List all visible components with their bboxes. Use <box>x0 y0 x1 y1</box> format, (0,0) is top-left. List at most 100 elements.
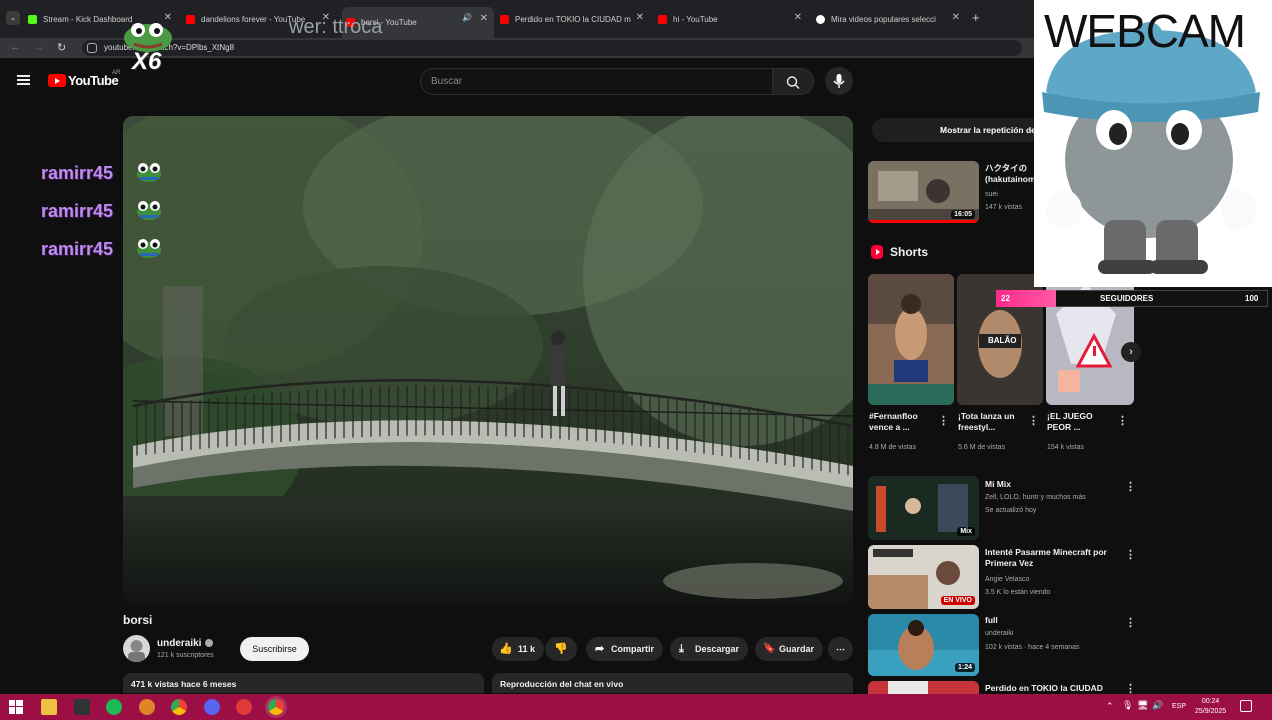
views-date: 471 k vistas hace 6 meses <box>131 679 237 689</box>
region-code: AR <box>112 70 121 76</box>
subscribe-button[interactable]: Suscribirse <box>240 637 309 661</box>
close-tab-icon[interactable]: ✕ <box>480 13 488 24</box>
reload-icon[interactable]: ↻ <box>57 41 66 54</box>
hamburger-menu-icon[interactable] <box>17 75 30 85</box>
channel-name[interactable]: underaiki <box>157 638 201 649</box>
youtube-logo-icon[interactable] <box>48 74 66 87</box>
more-vertical-icon[interactable]: ⋮ <box>1125 616 1136 629</box>
short-title[interactable]: ¡EL JUEGO PEOR ... <box>1047 411 1113 433</box>
chrome-icon[interactable] <box>171 699 187 715</box>
chip-label: Mostrar la repetición del chat <box>940 125 1042 135</box>
mix-badge: Mix <box>957 527 975 536</box>
short-title[interactable]: ¡Tota lanza un freestyl... <box>958 411 1024 433</box>
close-tab-icon[interactable]: ✕ <box>952 12 960 23</box>
followers-goal-value: 100 <box>1245 294 1259 303</box>
chat-username: ramirr45 <box>41 163 114 183</box>
short-thumbnail[interactable] <box>868 274 954 405</box>
video-line1: underaiki <box>985 630 1014 637</box>
browser-tab[interactable]: Mira videos populares selecci ✕ <box>816 9 966 29</box>
app-red-icon[interactable] <box>236 699 252 715</box>
discord-icon[interactable] <box>204 699 220 715</box>
video-title[interactable]: full <box>985 615 998 626</box>
close-tab-icon[interactable]: ✕ <box>636 12 644 23</box>
search-button[interactable] <box>773 68 814 95</box>
thumbnail-image <box>868 681 979 694</box>
notifications-icon[interactable] <box>1240 700 1252 712</box>
file-explorer-icon[interactable] <box>41 699 57 715</box>
microphone-icon <box>833 74 845 88</box>
windows-taskbar <box>0 694 1272 720</box>
shorts-next-arrow-icon[interactable]: › <box>1121 342 1141 362</box>
save-label: Guardar <box>779 644 815 654</box>
tray-clock[interactable]: 00:24 25/9/2025 <box>1195 697 1226 717</box>
video-thumbnail[interactable]: 16:05 <box>868 161 979 223</box>
chrome-active-icon[interactable] <box>268 699 284 715</box>
show-chat-replay-button[interactable]: Mostrar la repetición del chat <box>872 118 1042 142</box>
like-button[interactable]: 👍 11 k <box>492 637 544 661</box>
video-line2: 102 k vistas · hace 4 semanas <box>985 644 1080 651</box>
youtube-logo-text[interactable]: YouTube <box>68 73 119 88</box>
video-thumbnail[interactable]: EN VIVO <box>868 545 979 609</box>
browser-tab[interactable]: Perdido en TOKIO la CIUDAD m ✕ <box>500 9 650 29</box>
chat-username: ramirr45 <box>41 201 114 221</box>
more-vertical-icon[interactable]: ⋮ <box>1028 414 1039 427</box>
video-title[interactable]: Intenté Pasarme Minecraft por Primera Ve… <box>985 547 1121 569</box>
forward-arrow-icon[interactable]: → <box>34 42 44 53</box>
input-language[interactable]: ESP <box>1172 703 1186 710</box>
close-tab-icon[interactable]: ✕ <box>794 12 802 23</box>
avatar-image <box>128 640 145 662</box>
voice-search-button[interactable] <box>825 67 853 95</box>
more-horizontal-icon: ⋯ <box>836 644 845 654</box>
frog-emote-icon <box>137 201 161 220</box>
channel-name[interactable]: suei <box>985 190 998 200</box>
app-shield-icon[interactable] <box>139 699 155 715</box>
video-thumbnail[interactable]: Mix <box>868 476 979 540</box>
tray-mic-icon[interactable]: 🎙 <box>1122 700 1133 711</box>
video-title[interactable]: Mi Mix <box>985 479 1011 490</box>
like-count: 11 k <box>518 644 536 654</box>
more-vertical-icon[interactable]: ⋮ <box>1117 414 1128 427</box>
description-box[interactable]: 471 k vistas hace 6 meses <box>123 673 484 693</box>
url-input[interactable]: youtube.com/watch?v=DPlbs_XtNg8 <box>82 40 1022 56</box>
video-line1: Angie Velasco <box>985 576 1030 583</box>
channel-avatar[interactable] <box>123 635 150 662</box>
share-button[interactable]: ➦ Compartir <box>586 637 663 661</box>
browser-tab-label: Stream - Kick Dashboard <box>43 14 133 24</box>
duration-badge: 1:24 <box>954 663 975 672</box>
video-thumbnail[interactable] <box>868 681 979 694</box>
obs-app-icon[interactable] <box>74 699 90 715</box>
browser-tab[interactable]: hi - YouTube ✕ <box>658 9 808 29</box>
video-thumbnail[interactable]: 1:24 <box>868 614 979 676</box>
followers-label: SEGUIDORES <box>1100 294 1154 303</box>
bookmark-icon: 🔖 <box>763 643 776 654</box>
new-tab-button[interactable]: + <box>972 11 980 25</box>
dislike-button[interactable]: 👎 <box>545 637 577 661</box>
chat-replay-panel[interactable]: Reproducción del chat en vivo <box>492 673 853 693</box>
short-title[interactable]: #Fernanfloo vence a ... <box>869 411 935 433</box>
thumbnail-image <box>868 274 954 405</box>
audio-playing-icon[interactable]: 🔊 <box>462 13 472 22</box>
video-title[interactable]: Perdido en TOKIO la CIUDAD <box>985 683 1103 694</box>
search-input[interactable]: Buscar <box>420 68 773 95</box>
volume-icon[interactable]: 🔊 <box>1152 700 1163 711</box>
site-info-icon[interactable] <box>87 43 97 53</box>
video-title[interactable]: ハクタイの (hakutainom <box>985 163 1035 185</box>
video-line2: Se actualizó hoy <box>985 507 1037 514</box>
save-button[interactable]: 🔖 Guardar <box>755 637 823 661</box>
spotify-icon[interactable] <box>106 699 122 715</box>
youtube-favicon-icon <box>658 14 667 24</box>
tray-chevron-icon[interactable]: ⌃ <box>1106 701 1114 712</box>
frog-emote-icon <box>137 239 161 258</box>
tab-search-button[interactable]: ⌄ <box>6 11 20 25</box>
more-vertical-icon[interactable]: ⋮ <box>1125 480 1136 493</box>
chat-username: ramirr45 <box>41 239 114 259</box>
more-vertical-icon[interactable]: ⋮ <box>938 414 949 427</box>
video-player[interactable] <box>123 116 853 604</box>
back-arrow-icon[interactable]: ← <box>10 42 20 53</box>
windows-start-icon[interactable] <box>9 700 23 714</box>
network-icon[interactable]: 🖥 <box>1137 700 1148 711</box>
more-vertical-icon[interactable]: ⋮ <box>1125 548 1136 561</box>
download-button[interactable]: ⤓ Descargar <box>670 637 748 661</box>
video-line1: Zell, LOLO, huntr y muchos más <box>985 494 1086 501</box>
more-actions-button[interactable]: ⋯ <box>828 637 853 661</box>
